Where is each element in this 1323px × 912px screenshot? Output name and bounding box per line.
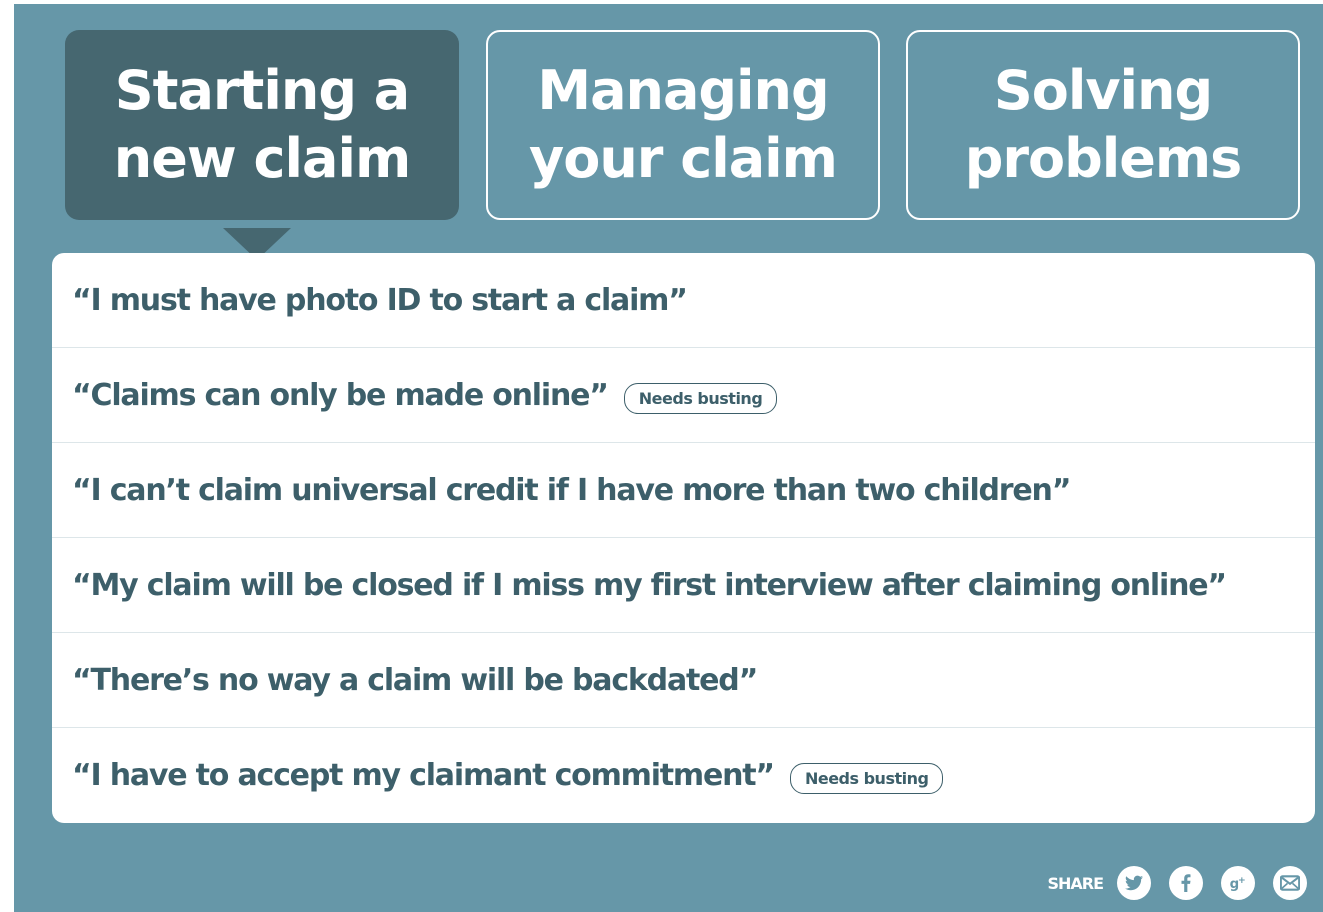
facebook-icon[interactable] bbox=[1169, 866, 1203, 900]
email-icon[interactable] bbox=[1273, 866, 1307, 900]
share-label: SHARE bbox=[1047, 873, 1104, 893]
tab-starting-a-new-claim[interactable]: Starting a new claim bbox=[65, 30, 459, 220]
myth-list: “I must have photo ID to start a claim” … bbox=[52, 253, 1315, 823]
myth-text: “I can’t claim universal credit if I hav… bbox=[72, 472, 1071, 508]
myth-text: “I must have photo ID to start a claim” bbox=[72, 282, 688, 318]
myth-text: “I have to accept my claimant commitment… bbox=[72, 758, 775, 793]
needs-busting-badge: Needs busting bbox=[789, 763, 944, 794]
tab-label-line-2: your claim bbox=[529, 127, 838, 190]
myth-text: “There’s no way a claim will be backdate… bbox=[72, 662, 758, 698]
myth-item[interactable]: “Claims can only be made online” Needs b… bbox=[52, 348, 1315, 443]
needs-busting-badge: Needs busting bbox=[623, 382, 778, 414]
tab-solving-problems[interactable]: Solving problems bbox=[906, 30, 1300, 220]
tab-label-line-1: Starting a bbox=[114, 59, 410, 122]
google-plus-icon[interactable]: g + bbox=[1221, 866, 1255, 900]
svg-text:+: + bbox=[1238, 875, 1246, 886]
myth-item[interactable]: “There’s no way a claim will be backdate… bbox=[52, 633, 1315, 728]
share-bar: SHARE g + bbox=[1047, 866, 1307, 900]
myth-text: “My claim will be closed if I miss my fi… bbox=[72, 567, 1227, 603]
tab-label-line-1: Managing bbox=[537, 59, 829, 122]
myth-item[interactable]: “I must have photo ID to start a claim” bbox=[52, 253, 1315, 348]
myth-item[interactable]: “I have to accept my claimant commitment… bbox=[52, 728, 1315, 823]
tab-label-line-2: new claim bbox=[113, 127, 411, 190]
myth-item[interactable]: “I can’t claim universal credit if I hav… bbox=[52, 443, 1315, 538]
tab-label-line-1: Solving bbox=[993, 59, 1213, 122]
tab-managing-your-claim[interactable]: Managing your claim bbox=[486, 30, 880, 220]
myth-buster-widget: Starting a new claim Managing your claim… bbox=[14, 4, 1323, 912]
myth-item[interactable]: “My claim will be closed if I miss my fi… bbox=[52, 538, 1315, 633]
myth-text: “Claims can only be made online” bbox=[72, 377, 609, 413]
tab-label-line-2: problems bbox=[964, 127, 1243, 190]
twitter-icon[interactable] bbox=[1117, 866, 1151, 900]
